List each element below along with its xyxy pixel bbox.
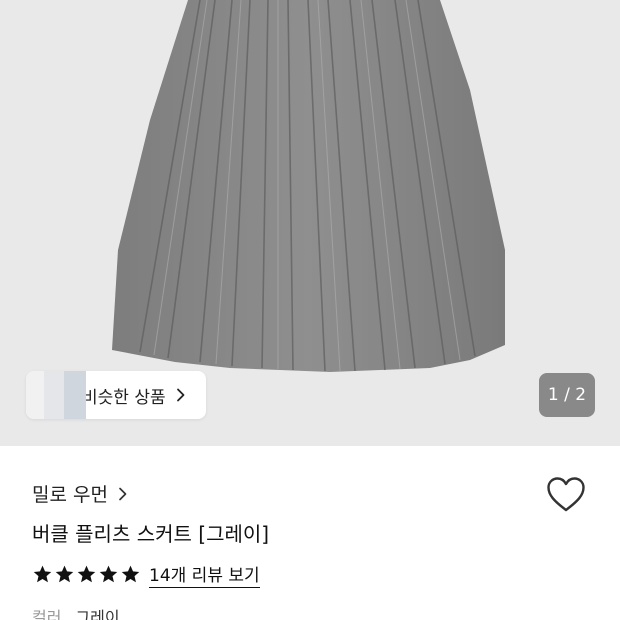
- similar-products-button[interactable]: 비슷한 상품: [26, 371, 206, 419]
- color-option: 컬러 그레이: [32, 604, 120, 620]
- chevron-right-icon: [119, 487, 127, 500]
- brand-link[interactable]: 밀로 우먼: [32, 480, 129, 507]
- chevron-right-icon: [176, 388, 185, 402]
- product-title: 버클 플리츠 스커트 [그레이]: [32, 522, 270, 546]
- star-filled-icon: [99, 565, 118, 583]
- rating-row: 14개 리뷰 보기: [32, 561, 260, 588]
- similar-products-label: 비슷한 상품: [82, 387, 166, 408]
- image-pager: 1 / 2: [539, 373, 595, 417]
- star-filled-icon: [77, 565, 96, 583]
- review-link[interactable]: 14개 리뷰 보기: [149, 561, 260, 588]
- rating-stars: [32, 564, 141, 585]
- star-filled-icon: [121, 565, 140, 583]
- product-info: 밀로 우먼 버클 플리츠 스커트 [그레이] 14개 리뷰 보기 컬러 그레이: [0, 446, 620, 620]
- product-image-gallery[interactable]: 비슷한 상품 1 / 2: [0, 0, 620, 446]
- star-filled-icon: [33, 565, 52, 583]
- color-option-value: 그레이: [75, 608, 120, 620]
- star-filled-icon: [55, 565, 74, 583]
- similar-thumbnail: [26, 371, 46, 419]
- similar-products-thumbnails: [26, 371, 86, 419]
- heart-outline-icon[interactable]: [546, 476, 586, 514]
- brand-name: 밀로 우먼: [32, 484, 108, 506]
- similar-thumbnail: [64, 371, 86, 419]
- color-option-label: 컬러: [32, 608, 62, 620]
- similar-thumbnail: [44, 371, 66, 419]
